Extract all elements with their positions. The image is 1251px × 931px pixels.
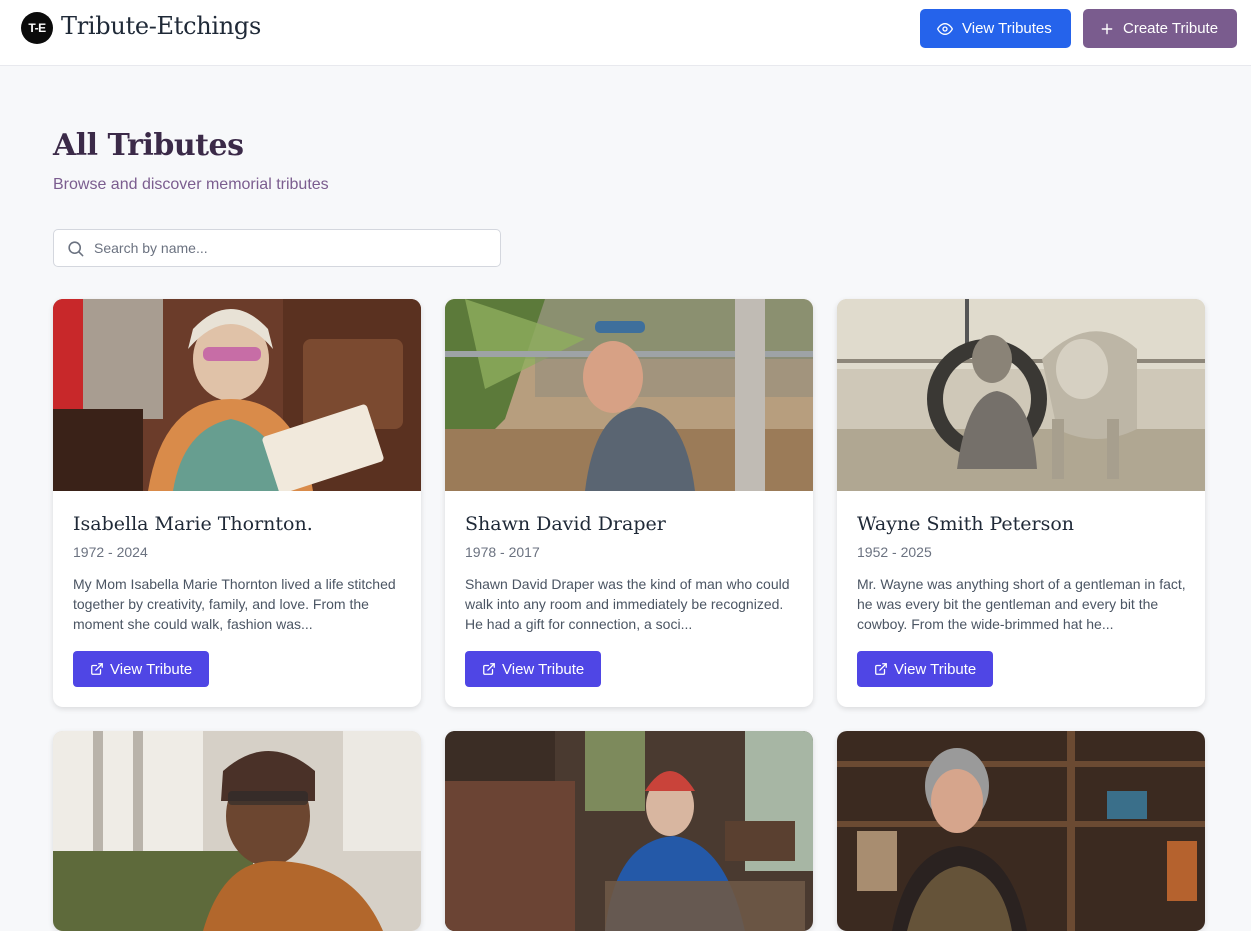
tribute-name: Isabella Marie Thornton. [73, 513, 313, 535]
view-tributes-button[interactable]: View Tributes [920, 9, 1071, 48]
top-header: T-E Tribute-Etchings View Tributes Creat… [0, 0, 1251, 66]
view-tribute-label: View Tribute [894, 660, 977, 678]
page-subtitle: Browse and discover memorial tributes [53, 176, 329, 193]
tribute-excerpt: Shawn David Draper was the kind of man w… [465, 576, 790, 632]
view-tribute-button[interactable]: View Tribute [73, 651, 209, 687]
tribute-card: Wayne Smith Peterson 1952 - 2025 Mr. Way… [837, 299, 1205, 707]
tribute-photo[interactable] [53, 731, 421, 931]
brand-name[interactable]: Tribute-Etchings [61, 12, 261, 40]
tribute-card [53, 731, 421, 931]
tribute-photo[interactable] [837, 731, 1205, 931]
tribute-years: 1972 - 2024 [73, 544, 148, 560]
tribute-card: Shawn David Draper 1978 - 2017 Shawn Dav… [445, 299, 813, 707]
tribute-name: Shawn David Draper [465, 513, 666, 535]
logo-badge[interactable]: T-E [21, 12, 53, 44]
eye-icon [937, 22, 953, 35]
tribute-years: 1978 - 2017 [465, 544, 540, 560]
page-title: All Tributes [53, 128, 244, 163]
tribute-photo[interactable] [837, 299, 1205, 491]
create-tribute-label: Create Tribute [1123, 20, 1219, 37]
search-input[interactable] [94, 231, 494, 265]
view-tributes-label: View Tributes [962, 20, 1052, 37]
search-box [53, 229, 501, 267]
tribute-excerpt: Mr. Wayne was anything short of a gentle… [857, 576, 1186, 632]
external-link-icon [91, 663, 103, 675]
search-icon [68, 241, 84, 257]
external-link-icon [483, 663, 495, 675]
plus-icon [1101, 23, 1113, 34]
external-link-icon [875, 663, 887, 675]
tribute-photo[interactable] [53, 299, 421, 491]
tribute-card [837, 731, 1205, 931]
tribute-excerpt: My Mom Isabella Marie Thornton lived a l… [73, 576, 396, 632]
tribute-years: 1952 - 2025 [857, 544, 932, 560]
tribute-card: Isabella Marie Thornton. 1972 - 2024 My … [53, 299, 421, 707]
tribute-name: Wayne Smith Peterson [857, 513, 1075, 535]
view-tribute-label: View Tribute [110, 660, 193, 678]
view-tribute-label: View Tribute [502, 660, 585, 678]
create-tribute-button[interactable]: Create Tribute [1083, 9, 1237, 48]
tribute-photo[interactable] [445, 299, 813, 491]
view-tribute-button[interactable]: View Tribute [465, 651, 601, 687]
tribute-photo[interactable] [445, 731, 813, 931]
view-tribute-button[interactable]: View Tribute [857, 651, 993, 687]
tribute-card [445, 731, 813, 931]
